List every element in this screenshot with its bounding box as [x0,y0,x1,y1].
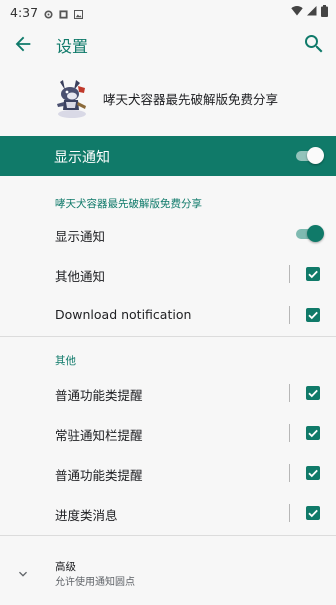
row-general-reminder-2[interactable]: 普通功能类提醒 [0,453,336,493]
section-header-other: 其他 [55,355,76,367]
persistent-reminder-checkbox[interactable] [306,426,320,440]
switch-thumb [307,147,324,164]
checkmark-icon [308,389,318,398]
row-divider [289,424,290,442]
checkmark-icon [308,311,318,320]
checkmark-icon [308,429,318,438]
row-general-reminder[interactable]: 普通功能类提醒 [0,373,336,413]
row-other-notification[interactable]: 其他通知 [0,254,336,294]
back-arrow-icon[interactable] [12,33,34,55]
section-divider [0,336,336,337]
section-header-app: 哮天犬容器最先破解版免费分享 [55,198,202,210]
row-label: Download notification [55,307,192,322]
row-download-notification[interactable]: Download notification [0,295,336,335]
progress-messages-checkbox[interactable] [306,506,320,520]
app-logo-icon [52,76,92,120]
master-toggle-switch[interactable] [296,147,324,165]
notification-gear-icon [44,8,53,19]
master-toggle-label: 显示通知 [54,150,110,166]
master-notification-toggle[interactable]: 显示通知 [0,136,336,176]
row-divider [289,265,290,283]
battery-icon [321,4,328,20]
row-divider [289,464,290,482]
page-title: 设置 [56,37,89,56]
row-label: 常驻通知栏提醒 [55,428,143,443]
app-bar: 设置 [0,24,336,64]
row-label: 普通功能类提醒 [55,388,143,403]
switch-thumb [307,225,324,242]
show-notification-switch[interactable] [296,225,324,243]
app-name: 哮天犬容器最先破解版免费分享 [103,92,279,107]
row-label: 进度类消息 [55,508,118,523]
notification-image-icon [73,8,84,19]
row-label: 显示通知 [55,229,106,244]
checkmark-icon [308,270,318,279]
general-reminder-2-checkbox[interactable] [306,466,320,480]
checkmark-icon [308,509,318,518]
row-progress-messages[interactable]: 进度类消息 [0,493,336,533]
advanced-title: 高级 [55,561,76,573]
row-label: 其他通知 [55,269,106,284]
general-reminder-checkbox[interactable] [306,386,320,400]
section-divider [0,535,336,536]
row-label: 普通功能类提醒 [55,468,143,483]
checkmark-icon [308,469,318,478]
advanced-expander[interactable]: 高级 允许使用通知圆点 [0,552,336,596]
status-time: 4:37 [10,4,39,20]
advanced-subtitle: 允许使用通知圆点 [55,577,135,588]
search-icon[interactable] [302,32,326,56]
row-divider [289,306,290,324]
signal-icon [307,5,317,19]
other-notification-checkbox[interactable] [306,267,320,281]
status-bar: 4:37 [0,0,336,24]
app-info-header: 哮天犬容器最先破解版免费分享 [0,70,336,126]
notification-box-icon [59,8,68,19]
chevron-down-icon [15,566,31,582]
download-notification-checkbox[interactable] [306,308,320,322]
row-persistent-reminder[interactable]: 常驻通知栏提醒 [0,413,336,453]
row-show-notification[interactable]: 显示通知 [0,214,336,254]
row-divider [289,504,290,522]
row-divider [289,384,290,402]
wifi-icon [291,5,303,19]
